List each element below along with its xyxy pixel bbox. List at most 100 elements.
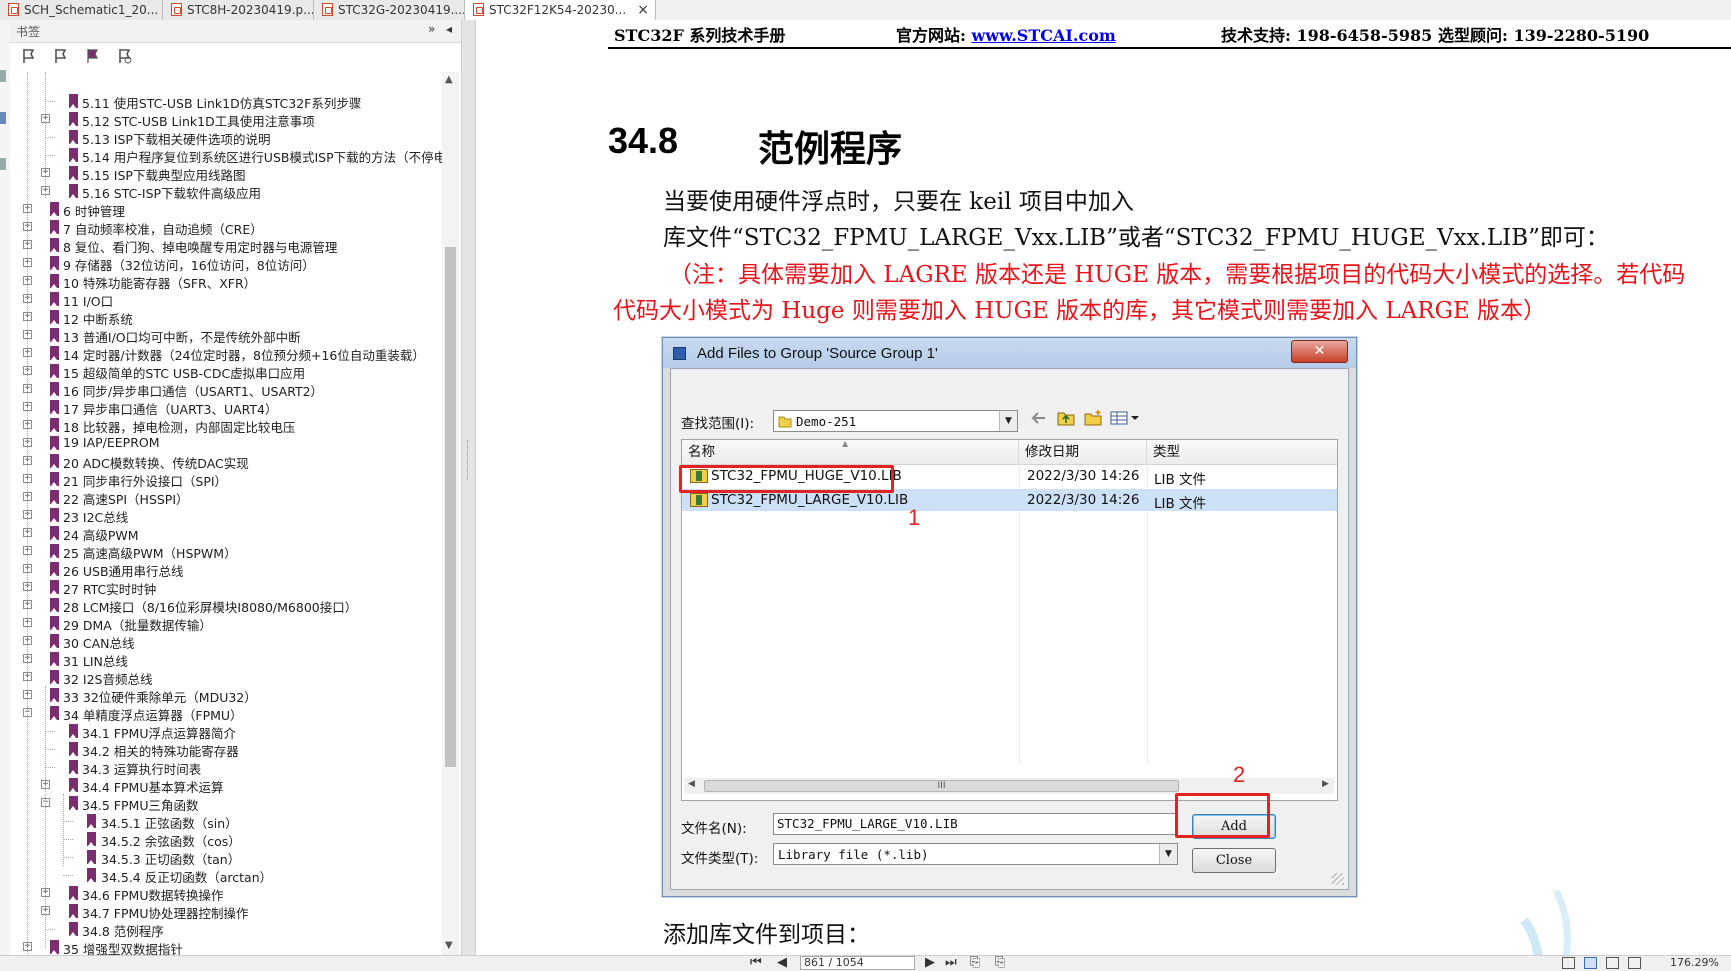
view-menu-icon[interactable] (1109, 409, 1143, 427)
tab-stc8h[interactable]: STC8H-20230419.p... (163, 0, 314, 20)
bookmark-item[interactable]: +7 自动频率校准，自动追频（CRE） (10, 218, 442, 237)
bookmarks-scrollbar[interactable]: ▲ ▼ (442, 72, 459, 955)
next-page-icon[interactable]: ▶ (925, 955, 935, 970)
bookmark-item[interactable]: +26 USB通用串行总线 (10, 560, 442, 579)
bookmark-item[interactable]: 34.5.2 余弦函数（cos） (10, 830, 442, 849)
scroll-thumb[interactable] (445, 247, 456, 767)
bookmark-item[interactable]: 34.3 运算执行时间表 (10, 758, 442, 777)
bookmark-item[interactable]: +34.7 FPMU协处理器控制操作 (10, 902, 442, 921)
bookmark-item[interactable]: 34.8 范例程序 (10, 920, 442, 939)
previous-view-icon[interactable]: ⎘ (970, 955, 980, 970)
bookmark-icon (69, 742, 78, 756)
bookmark-item[interactable]: +31 LIN总线 (10, 650, 442, 669)
panel-toggle-icon[interactable] (0, 158, 6, 170)
bookmark-item[interactable]: +9 存储器（32位访问，16位访问，8位访问） (10, 254, 442, 273)
bookmark-item[interactable]: +30 CAN总线 (10, 632, 442, 651)
tab-stc32f12k54[interactable]: STC32F12K54-20230... × (465, 0, 656, 20)
page-number-input[interactable]: 861 / 1054 (800, 956, 915, 970)
bookmark-item[interactable]: +12 中断系统 (10, 308, 442, 327)
continuous-facing-view-icon[interactable] (1628, 957, 1641, 969)
dialog-close-button[interactable]: ✕ (1291, 340, 1348, 363)
close-tab-icon[interactable]: × (637, 0, 649, 20)
resize-grip[interactable] (1332, 873, 1344, 885)
facing-view-icon[interactable] (1606, 957, 1619, 969)
bookmark-item[interactable]: 34.5.3 正切函数（tan） (10, 848, 442, 867)
look-in-select[interactable]: Demo-251 ▼ (773, 410, 1018, 432)
chevron-down-icon[interactable]: ▼ (999, 411, 1017, 431)
new-folder-icon[interactable] (1083, 409, 1103, 427)
tab-sch-schematic[interactable]: SCH_Schematic1_20... (0, 0, 163, 20)
bookmark-item[interactable]: 5.14 用户程序复位到系统区进行USB模式ISP下载的方法（不停电） (10, 146, 442, 165)
bookmark-item[interactable]: 34.1 FPMU浮点运算器简介 (10, 722, 442, 741)
bookmark-item[interactable]: +22 高速SPI（HSSPI） (10, 488, 442, 507)
bookmark-item[interactable]: +20 ADC模数转换、传统DAC实现 (10, 452, 442, 471)
collapse-panel-icon[interactable]: » (428, 22, 435, 36)
bookmark-item[interactable]: +32 I2S音频总线 (10, 668, 442, 687)
panel-splitter[interactable] (461, 20, 476, 955)
bookmark-item[interactable]: +6 时钟管理 (10, 200, 442, 219)
filetype-select[interactable]: Library file (*.lib) ▼ (773, 843, 1178, 865)
bookmark-item[interactable]: +5.16 STC-ISP下载软件高级应用 (10, 182, 442, 201)
bookmark-item[interactable]: +10 特殊功能寄存器（SFR、XFR） (10, 272, 442, 291)
bookmark-item[interactable]: 34.5.4 反正切函数（arctan） (10, 866, 442, 885)
hscroll-thumb[interactable]: III (704, 780, 1179, 792)
bookmark-item[interactable]: +13 普通I/O口均可中断，不是传统外部中断 (10, 326, 442, 345)
bookmark-item[interactable]: −34 单精度浮点运算器（FPMU） (10, 704, 442, 723)
bookmark-item[interactable]: +11 I/O口 (10, 290, 442, 309)
previous-page-icon[interactable]: ◀ (777, 955, 787, 970)
bookmark-item[interactable]: +27 RTC实时时钟 (10, 578, 442, 597)
bookmark-item[interactable]: +35 增强型双数据指针 (10, 938, 442, 955)
bookmark-find-icon[interactable] (116, 47, 134, 65)
bookmark-item[interactable]: +14 定时器/计数器（24位定时器，8位预分频+16位自动重装载） (10, 344, 442, 363)
filename-input[interactable]: STC32_FPMU_LARGE_V10.LIB (773, 813, 1178, 835)
bookmark-item[interactable]: 5.13 ISP下载相关硬件选项的说明 (10, 128, 442, 147)
bookmark-item[interactable]: 34.5.1 正弦函数（sin） (10, 812, 442, 831)
zoom-level[interactable]: 176.29% (1670, 956, 1719, 969)
bookmark-item[interactable]: +18 比较器，掉电检测，内部固定比较电压 (10, 416, 442, 435)
first-page-icon[interactable]: ⏮ (750, 955, 762, 970)
bookmark-item[interactable]: 34.2 相关的特殊功能寄存器 (10, 740, 442, 759)
bookmark-item[interactable]: +15 超级简单的STC USB-CDC虚拟串口应用 (10, 362, 442, 381)
bookmark-item[interactable]: +25 高速高级PWM（HSPWM） (10, 542, 442, 561)
bookmark-item[interactable]: +5.12 STC-USB Link1D工具使用注意事项 (10, 110, 442, 129)
scroll-down-icon[interactable]: ▼ (445, 940, 453, 951)
bookmark-icon (50, 652, 59, 666)
bookmark-item[interactable]: 5.11 使用STC-USB Link1D仿真STC32F系列步骤 (10, 92, 442, 111)
scroll-up-icon[interactable]: ▲ (445, 74, 453, 85)
bookmark-item[interactable]: +19 IAP/EEPROM (10, 434, 442, 452)
column-header-name[interactable]: 名称 ▲ (682, 439, 1019, 464)
continuous-view-icon[interactable] (1584, 957, 1597, 969)
bookmark-item[interactable]: +29 DMA（批量数据传输） (10, 614, 442, 633)
bookmark-item[interactable]: +17 异步串口通信（UART3、UART4） (10, 398, 442, 417)
bookmark-item[interactable]: −34.5 FPMU三角函数 (10, 794, 442, 813)
bookmark-item[interactable]: +16 同步/异步串口通信（USART1、USART2） (10, 380, 442, 399)
bookmark-item[interactable]: +5.15 ISP下载典型应用线路图 (10, 164, 442, 183)
panel-toggle-icon[interactable] (0, 70, 6, 82)
back-arrow-icon[interactable] (1029, 409, 1049, 427)
last-page-icon[interactable]: ⏭ (945, 955, 957, 970)
panel-toggle-icon[interactable] (0, 112, 6, 124)
bookmark-expand-icon[interactable] (20, 47, 38, 65)
bookmark-item[interactable]: +28 LCM接口（8/16位彩屏模块I8080/M6800接口） (10, 596, 442, 615)
bookmark-item[interactable]: +8 复位、看门狗、掉电唤醒专用定时器与电源管理 (10, 236, 442, 255)
close-button[interactable]: Close (1192, 848, 1276, 873)
bookmark-item[interactable]: +24 高级PWM (10, 524, 442, 543)
scroll-right-icon[interactable]: ▶ (1322, 779, 1329, 789)
bookmark-item[interactable]: +21 同步串行外设接口（SPI） (10, 470, 442, 489)
tab-stc32g[interactable]: STC32G-20230419.... (314, 0, 465, 20)
up-folder-icon[interactable] (1056, 409, 1076, 427)
scroll-left-icon[interactable]: ◀ (688, 779, 695, 789)
chevron-down-icon[interactable]: ▼ (1159, 844, 1177, 864)
bookmark-item[interactable]: +34.4 FPMU基本算术运算 (10, 776, 442, 795)
single-page-view-icon[interactable] (1562, 957, 1575, 969)
website-link[interactable]: www.STCAI.com (972, 26, 1116, 45)
column-header-modified[interactable]: 修改日期 (1019, 440, 1147, 464)
bookmark-item[interactable]: +34.6 FPMU数据转换操作 (10, 884, 442, 903)
bookmark-item[interactable]: +33 32位硬件乘除单元（MDU32） (10, 686, 442, 705)
next-view-icon[interactable]: ⎘ (995, 955, 1005, 970)
bookmark-collapse-icon[interactable] (52, 47, 70, 65)
column-header-type[interactable]: 类型 (1147, 440, 1337, 464)
bookmark-add-icon[interactable] (84, 47, 102, 65)
close-panel-icon[interactable]: ◂ (446, 22, 452, 36)
bookmark-item[interactable]: +23 I2C总线 (10, 506, 442, 525)
